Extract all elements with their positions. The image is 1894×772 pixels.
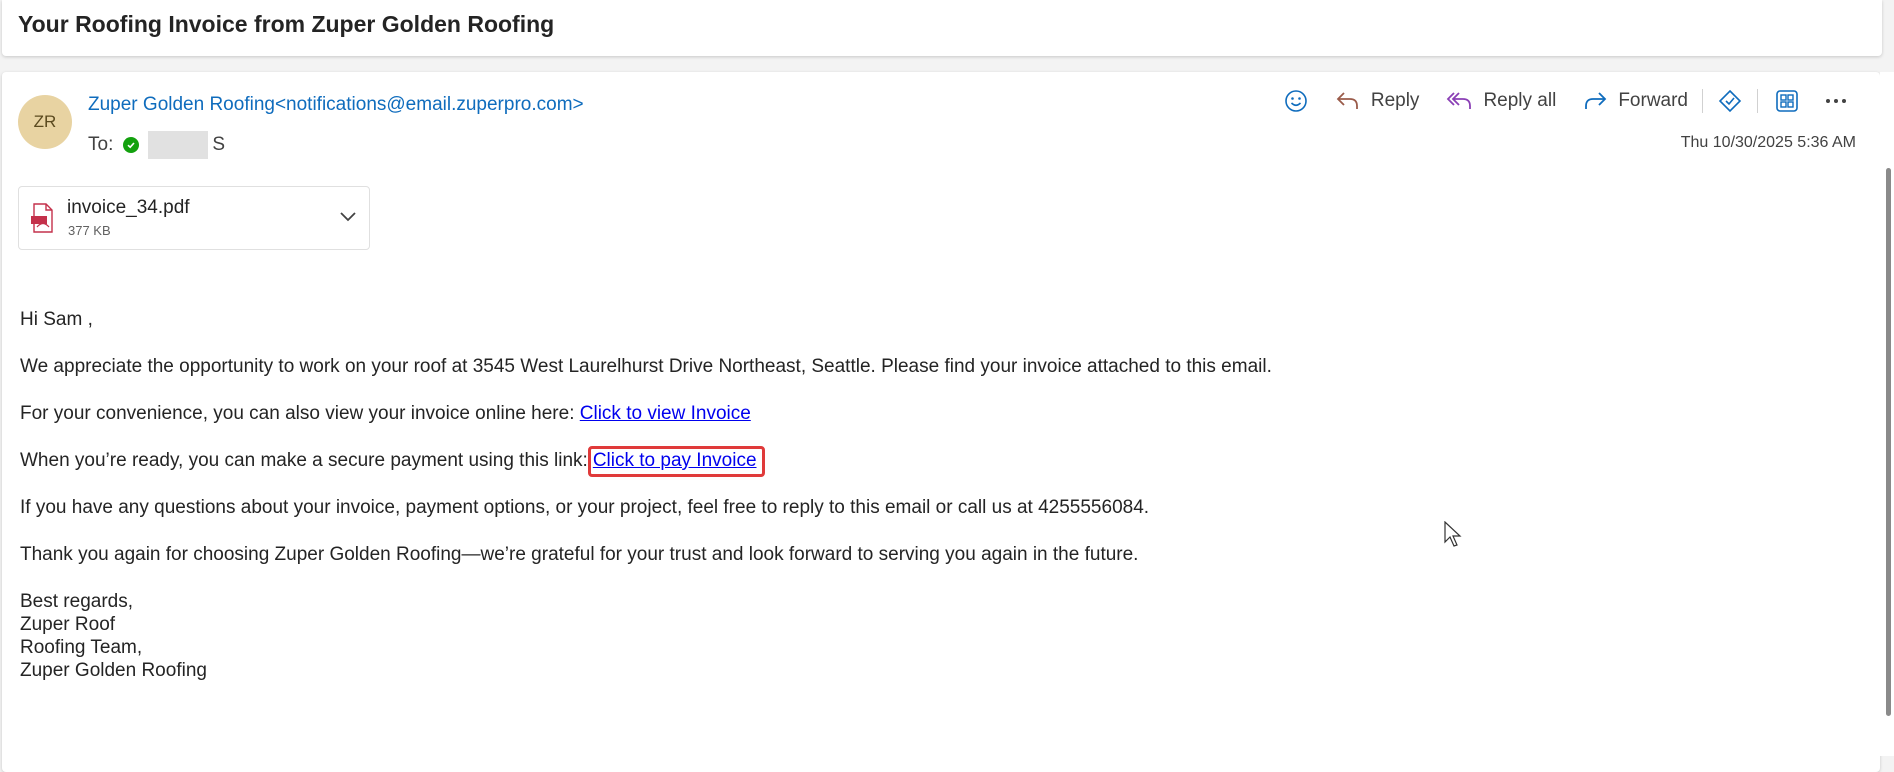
to-label: To: [88,134,114,155]
reply-label: Reply [1370,90,1420,111]
attachment-name: invoice_34.pdf [67,197,190,218]
pay-invoice-text: When you’re ready, you can make a secure… [20,450,588,471]
toolbar-divider [1702,89,1703,113]
view-invoice-text: For your convenience, you can also view … [20,403,580,424]
body-paragraph: For your convenience, you can also view … [20,402,1820,425]
attachment-card[interactable]: invoice_34.pdf 377 KB [18,186,370,250]
body-paragraph: When you’re ready, you can make a secure… [20,446,1820,477]
recipient-row: To: S [88,131,225,159]
avatar[interactable]: ZR [18,95,72,149]
received-date: Thu 10/30/2025 5:36 AM [1680,134,1856,151]
pay-invoice-highlight: Click to pay Invoice [587,446,765,477]
recipient-suffix[interactable]: S [212,134,225,156]
email-subject: Your Roofing Invoice from Zuper Golden R… [18,11,555,37]
signature: Best regards, Zuper Roof Roofing Team, Z… [20,590,1820,682]
message-pane: ZR Zuper Golden Roofing<notifications@em… [2,72,1880,772]
chevron-down-icon[interactable] [339,209,357,227]
forward-button[interactable]: Forward [1582,90,1688,112]
subject-header: Your Roofing Invoice from Zuper Golden R… [2,0,1882,56]
message-toolbar: Reply Reply all Forward [1257,88,1848,114]
apps-icon[interactable] [1774,88,1800,114]
reply-all-label: Reply all [1483,90,1557,111]
forward-label: Forward [1618,90,1688,111]
attachment-size: 377 KB [68,223,111,238]
reply-all-icon [1447,92,1472,109]
tag-icon[interactable] [1717,88,1743,114]
body-paragraph: Thank you again for choosing Zuper Golde… [20,544,1139,565]
scrollbar[interactable] [1880,72,1894,756]
toolbar-divider [1757,89,1758,113]
pay-invoice-link[interactable]: Click to pay Invoice [593,450,757,471]
check-icon [123,137,140,153]
emoji-icon[interactable] [1283,88,1309,114]
redacted-recipient[interactable] [148,131,209,159]
reply-button[interactable]: Reply [1335,90,1420,112]
body-paragraph: If you have any questions about your inv… [20,497,1150,518]
signature-line: Zuper Roof [20,614,116,635]
mouse-cursor-icon [1444,520,1464,554]
signature-line: Zuper Golden Roofing [20,660,207,681]
message-body: Hi Sam , We appreciate the opportunity t… [20,308,1820,682]
reply-all-button[interactable]: Reply all [1445,90,1556,112]
reply-icon [1336,92,1358,109]
pdf-icon [31,203,55,238]
signature-line: Best regards, [20,591,133,612]
sender-email[interactable]: <notifications@email.zuperpro.com> [275,94,584,115]
scroll-thumb[interactable] [1886,168,1891,716]
forward-icon [1585,92,1607,109]
view-invoice-link[interactable]: Click to view Invoice [580,403,751,424]
sender-name[interactable]: Zuper Golden Roofing [88,94,275,115]
sender-line[interactable]: Zuper Golden Roofing<notifications@email… [88,94,584,116]
greeting: Hi Sam , [20,309,93,330]
more-icon[interactable] [1824,97,1848,105]
signature-line: Roofing Team, [20,637,143,658]
body-paragraph: We appreciate the opportunity to work on… [20,356,1272,377]
